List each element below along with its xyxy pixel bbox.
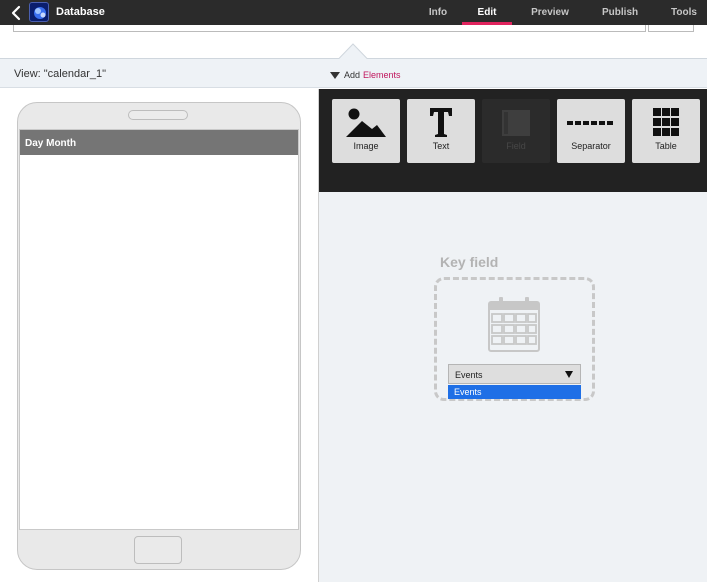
palette-item-label: Separator [571, 141, 611, 151]
field-icon [502, 110, 530, 136]
tab-tools[interactable]: Tools [670, 7, 698, 18]
key-field-title: Key field [440, 254, 499, 270]
phone-screen [19, 129, 299, 530]
palette-item-image[interactable]: Image [332, 99, 400, 163]
back-chevron-icon[interactable] [9, 5, 23, 21]
calendar-icon [488, 297, 540, 352]
app-title: Database [56, 6, 105, 18]
pointer-caret-icon [338, 43, 368, 60]
triangle-down-icon [330, 71, 340, 79]
image-icon [346, 108, 386, 137]
tab-info[interactable]: Info [428, 7, 448, 18]
palette-item-text[interactable]: Text [407, 99, 475, 163]
add-elements-prefix: Add [344, 70, 361, 80]
add-elements-toggle[interactable]: Add Elements [330, 70, 401, 80]
palette-item-label: Text [432, 141, 450, 151]
top-bar [0, 0, 707, 25]
phone-speaker [128, 110, 188, 120]
text-icon [430, 108, 452, 137]
tab-publish[interactable]: Publish [602, 7, 638, 18]
separator-icon [567, 121, 613, 125]
url-button[interactable] [648, 25, 694, 32]
key-field-option-events[interactable]: Events [448, 385, 581, 399]
key-field-select-value: Events [455, 370, 483, 380]
url-input[interactable] [13, 25, 646, 32]
palette-item-label: Image [353, 141, 379, 151]
table-icon [653, 108, 679, 136]
phone-home-button [134, 536, 182, 564]
add-elements-accent: Elements [363, 70, 401, 80]
palette-item-label: Field [506, 141, 526, 151]
palette-item-label: Table [655, 141, 677, 151]
tab-edit[interactable]: Edit [477, 7, 497, 18]
screen-header[interactable]: Day Month [20, 130, 298, 155]
app-logo [29, 2, 49, 22]
dropdown-arrow-icon [565, 371, 573, 378]
key-field-select[interactable]: Events [448, 364, 581, 384]
tab-preview[interactable]: Preview [530, 7, 570, 18]
view-label: View: "calendar_1" [14, 68, 106, 80]
palette-item-field[interactable]: Field [482, 99, 550, 163]
palette-item-table[interactable]: Table [632, 99, 700, 163]
palette-item-separator[interactable]: Separator [557, 99, 625, 163]
app-logo-icon [34, 7, 46, 19]
